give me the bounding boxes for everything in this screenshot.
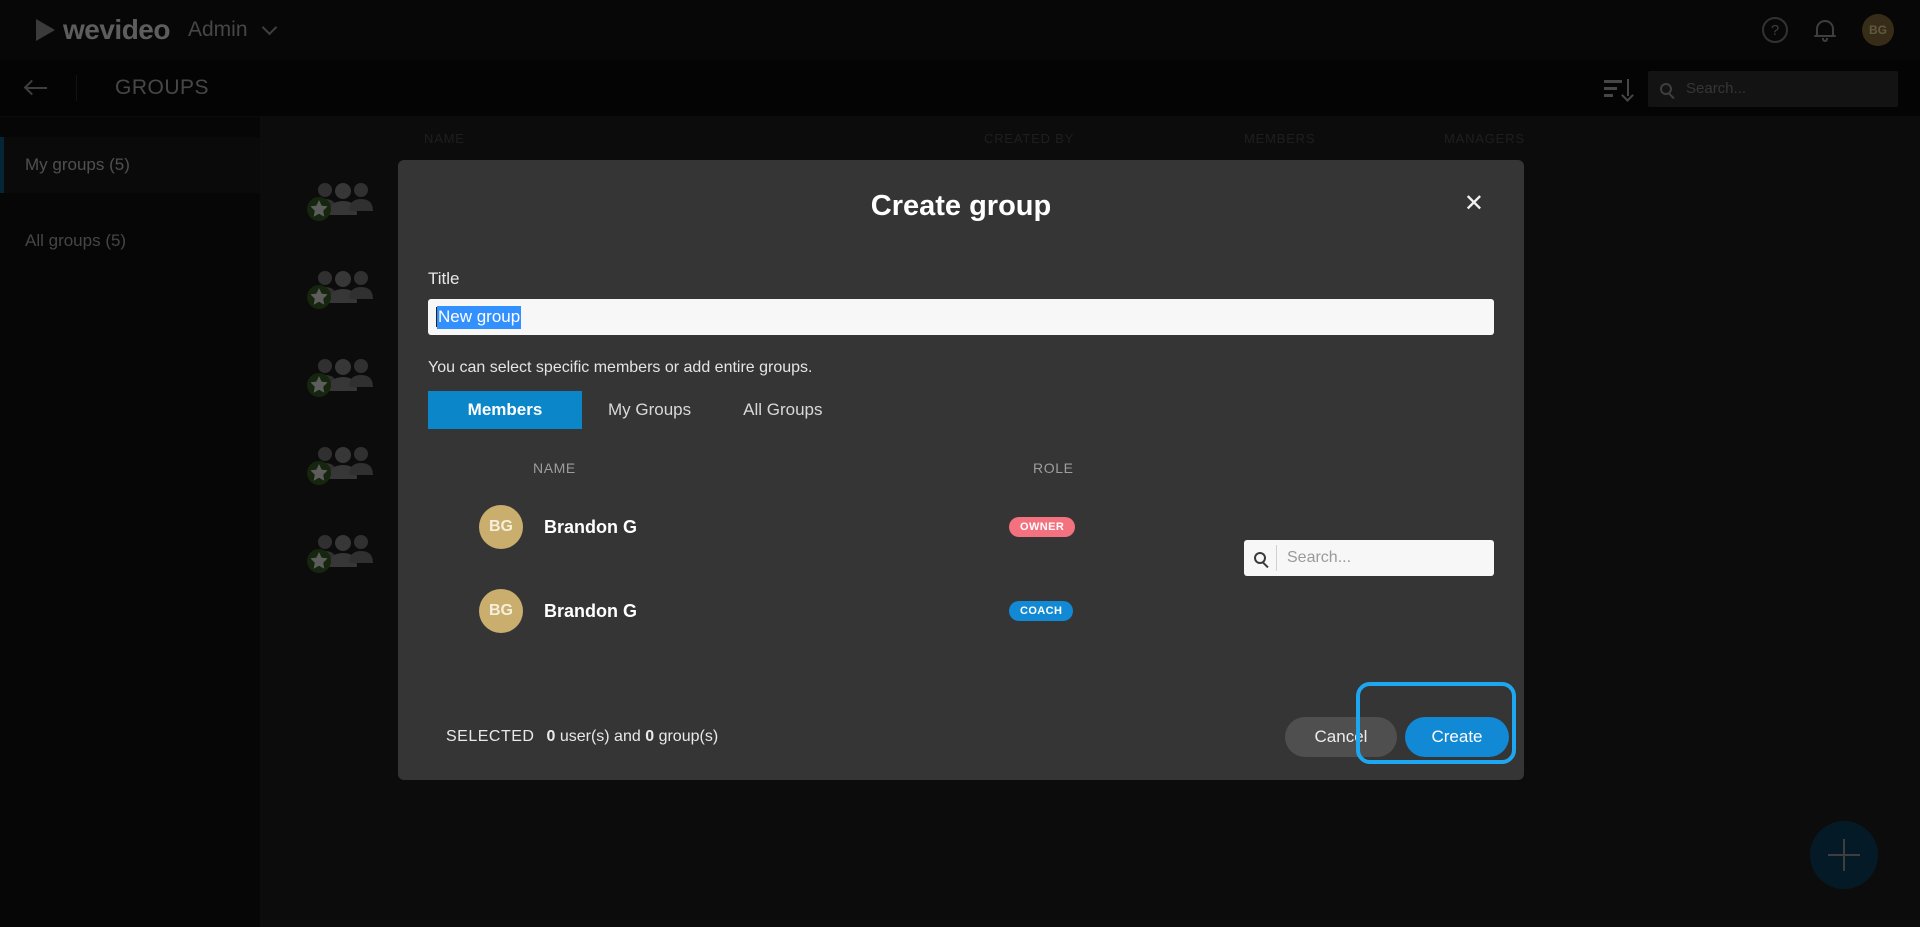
member-search-box[interactable] <box>1244 540 1494 576</box>
search-icon <box>1254 552 1266 564</box>
title-input-value: New group <box>437 306 521 329</box>
app-root: wevideo Admin ? BG GROUPS <box>0 0 1920 927</box>
member-row[interactable]: BG Brandon GCOACH <box>398 569 1524 653</box>
selected-user-count: 0 <box>546 728 555 745</box>
helper-text: You can select specific members or add e… <box>428 359 1524 377</box>
close-icon[interactable]: ✕ <box>1464 192 1484 216</box>
column-header-role: ROLE <box>1033 460 1233 476</box>
status-badge: COACH <box>1009 601 1073 621</box>
selected-group-count: 0 <box>645 728 654 745</box>
role-cell: COACH <box>1009 601 1073 621</box>
member-name: Brandon G <box>544 517 1009 538</box>
tab-label: All Groups <box>743 400 822 420</box>
title-input[interactable]: New group <box>428 299 1494 335</box>
selected-group-word: group(s) <box>659 728 719 745</box>
member-name: Brandon G <box>544 601 1009 622</box>
avatar: BG <box>479 505 523 549</box>
selection-summary: SELECTED 0 user(s) and 0 group(s) <box>446 728 718 746</box>
tab-label: Members <box>468 400 543 420</box>
selected-user-word: user(s) and <box>560 728 641 745</box>
status-badge: OWNER <box>1009 517 1075 537</box>
tab-label: My Groups <box>608 400 691 420</box>
member-source-tabs: Members My Groups All Groups <box>428 391 1524 429</box>
title-field-label: Title <box>428 269 1524 289</box>
column-header-name: NAME <box>533 460 1033 476</box>
member-list-header: NAME ROLE <box>398 451 1524 485</box>
selected-label: SELECTED <box>446 728 534 745</box>
tab-my-groups[interactable]: My Groups <box>582 391 717 429</box>
member-search-input[interactable] <box>1276 545 1476 571</box>
cancel-button[interactable]: Cancel <box>1285 717 1397 757</box>
modal-actions: Cancel Create <box>1285 694 1509 780</box>
create-button[interactable]: Create <box>1405 717 1509 757</box>
tab-all-groups[interactable]: All Groups <box>717 391 848 429</box>
role-cell: OWNER <box>1009 517 1075 537</box>
modal-footer: SELECTED 0 user(s) and 0 group(s) Cancel … <box>398 694 1524 780</box>
create-group-modal: Create group ✕ Title New group You can s… <box>398 160 1524 780</box>
avatar: BG <box>479 589 523 633</box>
tab-members[interactable]: Members <box>428 391 582 429</box>
modal-title: Create group <box>398 160 1524 223</box>
